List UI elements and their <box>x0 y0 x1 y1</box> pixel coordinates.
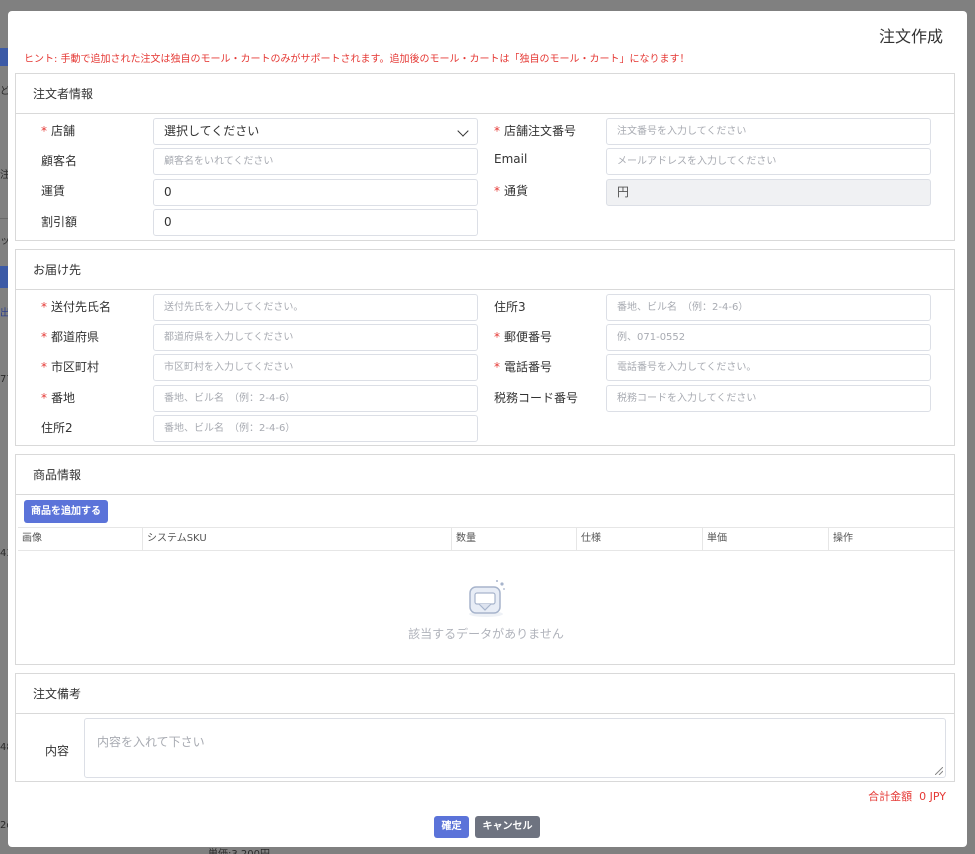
required-mark: * <box>494 184 500 198</box>
recipient-name-label-text: 送付先氏名 <box>51 300 112 314</box>
order-notes-section: 注文備考 内容 内容を入れて下さい <box>15 673 955 782</box>
required-mark: * <box>41 391 47 405</box>
orderer-info-section: 注文者情報 * 店舗 選択してください * 店舗注文番号 注文番号を入力してください… <box>15 73 955 241</box>
section-title: 商品情報 <box>16 455 954 495</box>
delivery-section: お届け先 * 送付先氏名 送付先氏を入力してください。 住所3 番地、ビル名 （例… <box>15 249 955 446</box>
store-order-no-input[interactable]: 注文番号を入力してください <box>606 118 931 145</box>
column-header: 操作 <box>833 533 853 544</box>
customer-name-label: 顧客名 <box>41 154 78 168</box>
address2-label: 住所2 <box>41 421 73 435</box>
required-mark: * <box>41 300 47 314</box>
currency-input: 円 <box>606 179 931 206</box>
notes-textarea[interactable]: 内容を入れて下さい <box>84 718 946 778</box>
total-value: 0 JPY <box>919 790 946 803</box>
store-label: * 店舗 <box>41 122 75 139</box>
empty-box-icon <box>469 580 505 617</box>
cancel-button[interactable]: キャンセル <box>475 816 540 838</box>
required-mark: * <box>41 330 47 344</box>
currency-label: * 通貨 <box>494 182 528 199</box>
street-label-text: 番地 <box>51 391 76 405</box>
city-input[interactable]: 市区町村を入力してください <box>153 354 478 381</box>
product-info-section: 商品情報 商品を追加する 画像 システムSKU 数量 仕様 単価 操作 該当する… <box>15 454 955 665</box>
postal-code-label-text: 郵便番号 <box>504 330 553 344</box>
store-select-value: 選択してください <box>164 124 260 138</box>
resize-handle-icon[interactable] <box>935 767 943 775</box>
recipient-name-label: * 送付先氏名 <box>41 298 111 315</box>
address3-input[interactable]: 番地、ビル名 （例：2-4-6） <box>606 294 931 321</box>
column-header: 仕様 <box>577 528 703 550</box>
required-mark: * <box>494 330 500 344</box>
currency-label-text: 通貨 <box>504 184 529 198</box>
phone-input[interactable]: 電話番号を入力してください。 <box>606 354 931 381</box>
chevron-down-icon <box>457 125 469 137</box>
store-order-no-label-text: 店舗注文番号 <box>504 124 577 138</box>
section-title: お届け先 <box>16 250 954 290</box>
required-mark: * <box>494 360 500 374</box>
column-header: 数量 <box>452 528 577 550</box>
customer-name-input[interactable]: 顧客名をいれてください <box>153 148 478 175</box>
required-mark: * <box>41 124 47 138</box>
total-label: 合計金額 <box>868 790 913 803</box>
confirm-button[interactable]: 確定 <box>434 816 469 838</box>
prefecture-label-text: 都道府県 <box>51 330 100 344</box>
dialog-title: 注文作成 <box>878 27 943 46</box>
required-mark: * <box>494 124 500 138</box>
notes-placeholder: 内容を入れて下さい <box>97 735 205 749</box>
column-header: 単価 <box>703 528 829 550</box>
background-blue-tab <box>0 48 8 66</box>
street-input[interactable]: 番地、ビル名 （例：2-4-6） <box>153 385 478 412</box>
column-header: システムSKU <box>143 528 452 550</box>
shipping-fee-label: 運賃 <box>41 184 66 198</box>
column-header: 画像 <box>18 528 143 550</box>
tax-code-input[interactable]: 税務コードを入力してください <box>606 385 931 412</box>
prefecture-input[interactable]: 都道府県を入力してください <box>153 324 478 351</box>
shipping-fee-input[interactable]: 0 <box>153 179 478 206</box>
postal-code-input[interactable]: 例、071-0552 <box>606 324 931 351</box>
recipient-name-input[interactable]: 送付先氏を入力してください。 <box>153 294 478 321</box>
empty-data-message: 該当するデータがありません <box>408 627 564 641</box>
email-label: Email <box>494 152 528 166</box>
address2-input[interactable]: 番地、ビル名 （例：2-4-6） <box>153 415 478 442</box>
email-input[interactable]: メールアドレスを入力してください <box>606 148 931 175</box>
hint-message: ヒント: 手動で追加された注文は独自のモール・カートのみがサポートされます。追加… <box>24 54 690 65</box>
store-order-no-label: * 店舗注文番号 <box>494 122 576 139</box>
store-label-text: 店舗 <box>51 124 76 138</box>
section-title: 注文備考 <box>16 674 954 714</box>
address3-label: 住所3 <box>494 300 526 314</box>
tax-code-label: 税務コード番号 <box>494 391 579 405</box>
required-mark: * <box>41 360 47 374</box>
total-amount: 合計金額 0 JPY <box>868 788 946 804</box>
city-label: * 市区町村 <box>41 358 99 375</box>
phone-label: * 電話番号 <box>494 358 552 375</box>
discount-label: 割引額 <box>41 215 78 229</box>
background-blue-select <box>0 266 8 288</box>
prefecture-label: * 都道府県 <box>41 328 99 345</box>
city-label-text: 市区町村 <box>51 360 100 374</box>
street-label: * 番地 <box>41 389 75 406</box>
section-title: 注文者情報 <box>16 74 954 114</box>
add-product-button[interactable]: 商品を追加する <box>24 500 108 523</box>
discount-input[interactable]: 0 <box>153 209 478 236</box>
create-order-dialog: 注文作成 ヒント: 手動で追加された注文は独自のモール・カートのみがサポートされ… <box>8 11 967 847</box>
store-select[interactable]: 選択してください <box>153 118 478 145</box>
phone-label-text: 電話番号 <box>504 360 553 374</box>
background-divider <box>0 218 8 219</box>
content-label: 内容 <box>45 744 70 758</box>
product-table-header: 画像 システムSKU 数量 仕様 単価 操作 <box>18 527 954 551</box>
postal-code-label: * 郵便番号 <box>494 328 552 345</box>
